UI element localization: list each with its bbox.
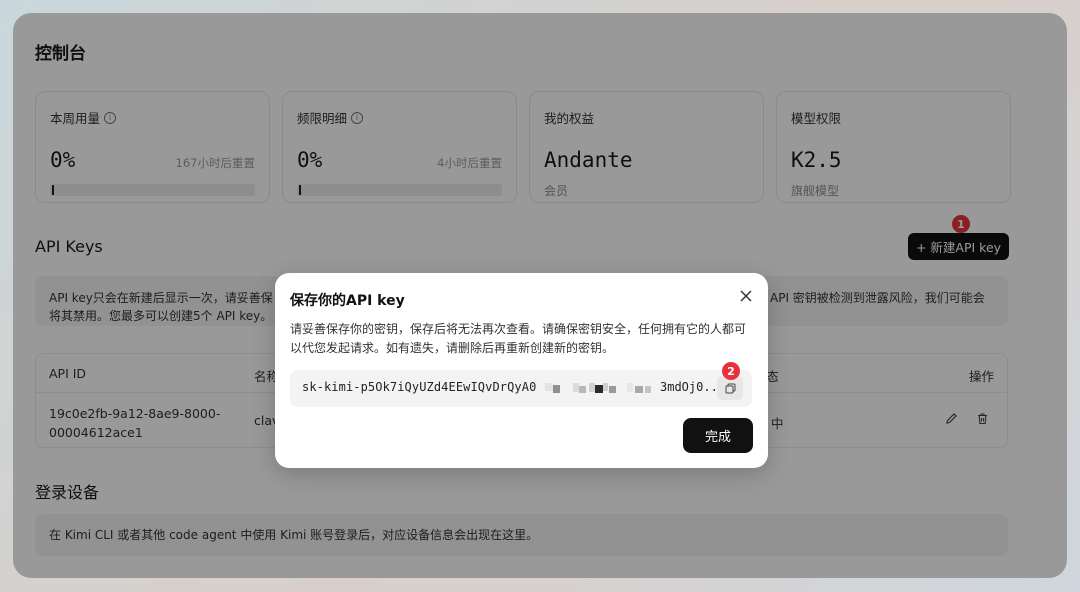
save-api-key-dialog: 保存你的API key 请妥善保存你的密钥，保存后将无法再次查看。请确保密钥安全… bbox=[275, 273, 768, 468]
api-key-text-end: 3mdOj0... bbox=[660, 380, 726, 394]
dialog-title: 保存你的API key bbox=[290, 293, 405, 309]
api-key-field[interactable]: sk-kimi-p5Ok7iQyUZd4EEwIQvDrQyA0 3mdOj0.… bbox=[290, 370, 752, 407]
done-button[interactable]: 完成 bbox=[683, 418, 753, 453]
copy-icon bbox=[725, 383, 735, 393]
close-icon[interactable] bbox=[740, 287, 752, 307]
annotation-badge-2: 2 bbox=[722, 362, 740, 380]
dialog-description: 请妥善保存你的密钥，保存后将无法再次查看。请确保密钥安全，任何拥有它的人都可以代… bbox=[290, 322, 747, 355]
api-key-text-start: sk-kimi-p5Ok7iQyUZd4EEwIQvDrQyA0 bbox=[302, 380, 537, 394]
redaction-mosaic bbox=[545, 380, 660, 396]
